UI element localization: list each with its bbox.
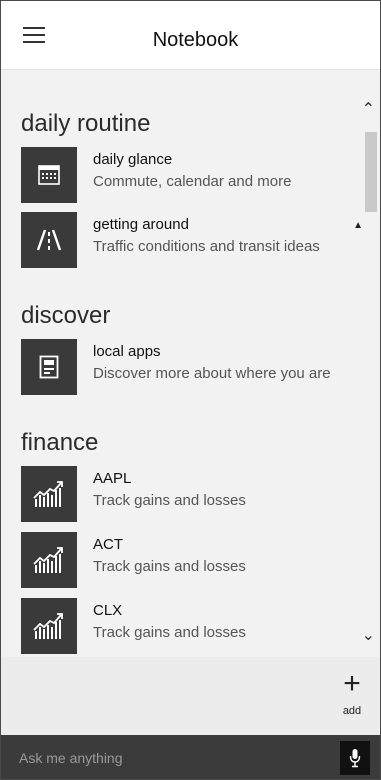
list-item-act[interactable]: ACT Track gains and losses [21, 532, 363, 590]
item-subtitle: Track gains and losses [93, 492, 246, 509]
item-title: local apps [93, 343, 161, 360]
item-subtitle: Commute, calendar and more [93, 173, 292, 190]
local-app-icon [21, 339, 77, 395]
scroll-thumb[interactable] [365, 132, 377, 212]
item-title: getting around [93, 216, 189, 233]
footer-bar: + add [1, 657, 380, 735]
bell-icon: ▲ [353, 220, 363, 231]
list-item-aapl[interactable]: AAPL Track gains and losses [21, 466, 363, 524]
item-subtitle: Track gains and losses [93, 624, 246, 641]
add-label: add [342, 705, 362, 717]
list-item-getting-around[interactable]: getting around Traffic conditions and tr… [21, 212, 363, 270]
item-title: ACT [93, 536, 123, 553]
item-subtitle: Track gains and losses [93, 558, 246, 575]
section-title-daily-routine: daily routine [21, 110, 151, 137]
item-title: AAPL [93, 470, 132, 487]
item-subtitle: Discover more about where you are [93, 365, 331, 382]
notebook-window: Notebook ⌃ ⌄ daily routine daily glance [0, 0, 381, 780]
item-subtitle: Traffic conditions and transit ideas [93, 238, 320, 255]
stock-chart-icon [21, 598, 77, 654]
road-icon [21, 212, 77, 268]
header: Notebook [1, 1, 380, 69]
list-item-local-apps[interactable]: local apps Discover more about where you… [21, 339, 363, 397]
list-item-clx[interactable]: CLX Track gains and losses [21, 598, 363, 656]
item-title: daily glance [93, 151, 173, 168]
notebook-list[interactable]: ⌃ ⌄ daily routine daily glance Commute, … [1, 69, 380, 657]
stock-chart-icon [21, 466, 77, 522]
section-title-discover: discover [21, 302, 111, 329]
page-title: Notebook [152, 29, 239, 51]
chevron-up-icon[interactable]: ⌃ [362, 102, 375, 118]
microphone-icon[interactable] [340, 741, 370, 775]
list-item-daily-glance[interactable]: daily glance Commute, calendar and more [21, 147, 363, 205]
add-button[interactable]: + add [332, 669, 372, 729]
section-title-finance: finance [21, 429, 99, 456]
ask-bar [1, 735, 380, 779]
plus-icon: + [343, 667, 361, 700]
item-title: CLX [93, 602, 123, 619]
calendar-icon [21, 147, 77, 203]
stock-chart-icon [21, 532, 77, 588]
scrollbar[interactable]: ⌃ ⌄ [362, 90, 380, 650]
chevron-down-icon[interactable]: ⌄ [362, 628, 375, 644]
ask-input[interactable] [19, 745, 319, 771]
